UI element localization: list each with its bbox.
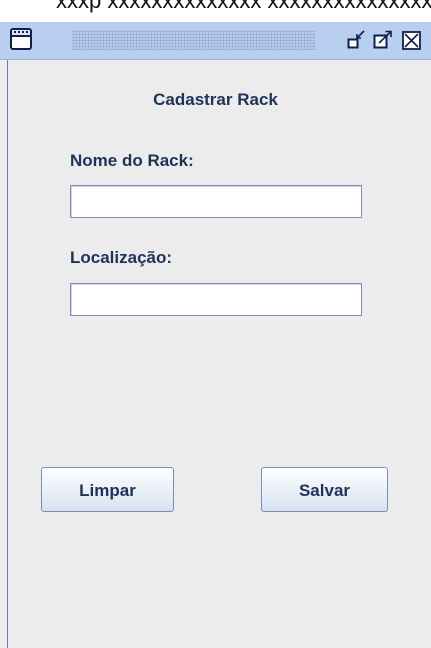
title-bar[interactable] — [0, 22, 431, 60]
window-left-border — [0, 22, 8, 648]
window-frame — [0, 22, 431, 648]
rack-name-label: Nome do Rack: — [70, 151, 194, 170]
maximize-icon — [373, 30, 392, 49]
form-title: Cadastrar Rack — [153, 90, 278, 109]
window-app-icon[interactable] — [10, 28, 32, 50]
cropped-caption-strip: xxxp xxxxxxxxxxxxxx xxxxxxxxxxxxxxxxçxx — [0, 0, 431, 22]
location-label: Localização: — [70, 248, 173, 267]
location-input[interactable] — [70, 283, 362, 316]
title-bar-grip — [72, 30, 316, 50]
cropped-caption-text: xxxp xxxxxxxxxxxxxx xxxxxxxxxxxxxxxxçxx — [56, 0, 431, 13]
iconify-button[interactable] — [346, 30, 368, 50]
close-button[interactable] — [401, 30, 423, 50]
save-button[interactable]: Salvar — [261, 467, 388, 512]
clear-button[interactable]: Limpar — [41, 467, 174, 512]
rack-name-input[interactable] — [70, 185, 362, 218]
close-icon — [402, 31, 421, 50]
iconify-icon — [347, 30, 365, 49]
maximize-button[interactable] — [372, 30, 394, 50]
